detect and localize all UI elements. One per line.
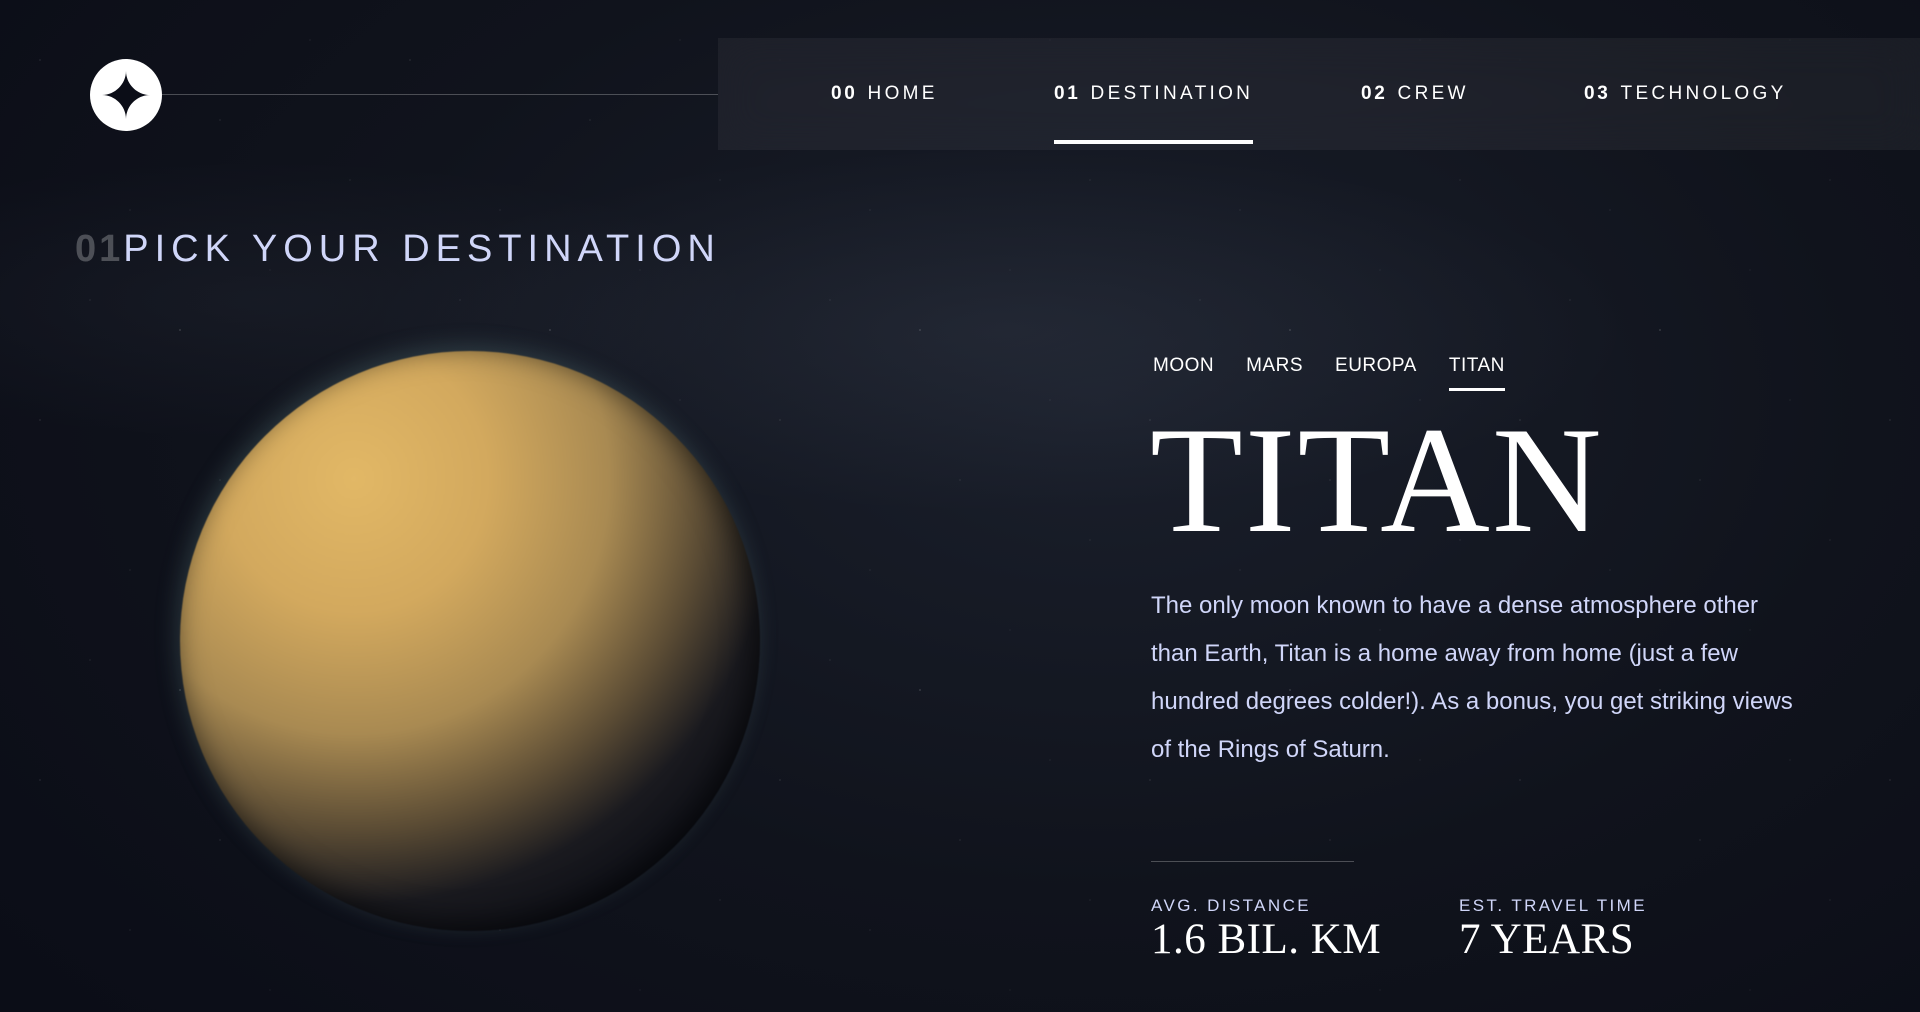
nav-item-label: CREW: [1397, 83, 1469, 104]
header-divider-line: [162, 94, 718, 95]
avg-distance-label: AVG. DISTANCE: [1151, 896, 1311, 915]
tab-titan[interactable]: TITAN: [1448, 355, 1505, 391]
nav-item-label: HOME: [867, 83, 938, 104]
stats-divider: [1151, 861, 1354, 862]
nav-item-home[interactable]: 00 HOME: [831, 38, 938, 150]
nav-item-label: DESTINATION: [1090, 83, 1254, 104]
star-logo-icon[interactable]: [90, 59, 162, 131]
destination-name: TITAN: [1150, 396, 1604, 564]
avg-distance-stat: AVG. DISTANCE 1.6 BIL. KM: [1151, 896, 1381, 964]
page-title-text: PICK YOUR DESTINATION: [123, 228, 721, 270]
travel-time-label: EST. TRAVEL TIME: [1459, 896, 1647, 915]
page-title: 01PICK YOUR DESTINATION: [75, 228, 721, 271]
page-title-number: 01: [75, 228, 124, 270]
nav-item-label: TECHNOLOGY: [1620, 83, 1787, 104]
main-navigation: 00 HOME 01 DESTINATION 02 CREW 03 TECHNO…: [718, 38, 1920, 150]
travel-time-value: 7 YEARS: [1459, 916, 1635, 963]
avg-distance-value: 1.6 BIL. KM: [1151, 916, 1382, 963]
destination-page: 00 HOME 01 DESTINATION 02 CREW 03 TECHNO…: [0, 0, 1920, 1012]
nav-item-number: 01: [1054, 83, 1081, 104]
nav-item-number: 02: [1361, 83, 1388, 104]
tab-europa[interactable]: EUROPA: [1335, 355, 1417, 391]
destination-tabs: MOON MARS EUROPA TITAN: [1153, 355, 1537, 391]
nav-item-destination[interactable]: 01 DESTINATION: [1054, 38, 1254, 150]
nav-item-number: 03: [1584, 83, 1611, 104]
nav-item-technology[interactable]: 03 TECHNOLOGY: [1584, 38, 1787, 150]
nav-item-number: 00: [831, 83, 858, 104]
tab-mars[interactable]: MARS: [1246, 355, 1303, 391]
destination-description: The only moon known to have a dense atmo…: [1151, 592, 1793, 763]
travel-time-stat: EST. TRAVEL TIME 7 YEARS: [1459, 896, 1647, 964]
titan-planet-image: [180, 351, 760, 931]
nav-item-crew[interactable]: 02 CREW: [1361, 38, 1469, 150]
tab-moon[interactable]: MOON: [1153, 355, 1214, 391]
